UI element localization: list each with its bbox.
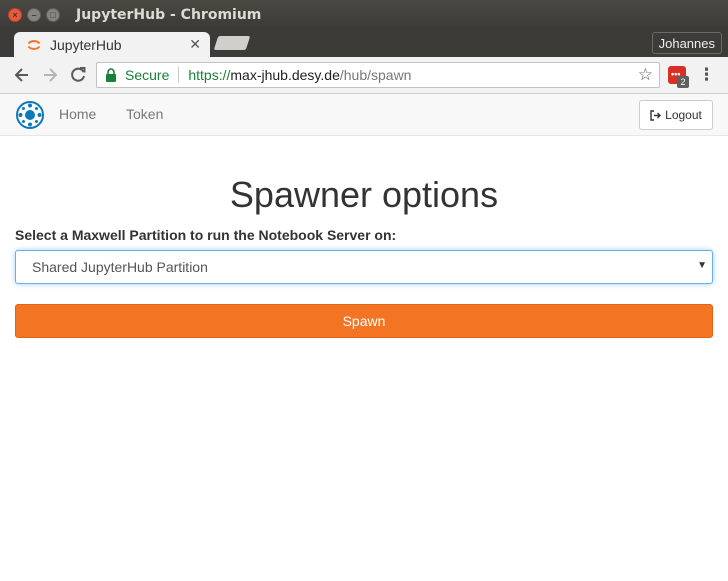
lock-icon [106,68,116,82]
tab-jupyterhub[interactable]: JupyterHub ✕ [14,32,210,57]
minimize-icon[interactable]: – [27,8,41,22]
browser-toolbar: Secure https://max-jhub.desy.de/hub/spaw… [0,57,728,94]
extension-icon[interactable]: ••• 2 [668,66,689,88]
forward-arrow-icon[interactable] [40,65,60,85]
partition-select-value: Shared JupyterHub Partition [32,259,208,275]
window-titlebar: × – □ JupyterHub - Chromium [0,0,728,30]
reload-icon[interactable] [68,65,88,85]
page-title: Spawner options [229,174,499,215]
close-icon[interactable]: × [8,8,22,22]
address-bar[interactable]: Secure https://max-jhub.desy.de/hub/spaw… [96,62,660,88]
secure-label: Secure [125,67,170,83]
url-host: max-jhub.desy.de [230,67,340,83]
new-tab-button[interactable] [213,36,251,50]
url-scheme: https:// [188,67,231,83]
maximize-icon[interactable]: □ [46,8,60,22]
partition-select[interactable]: Shared JupyterHub Partition ▼ [15,250,713,284]
tab-strip: JupyterHub ✕ Johannes [0,30,728,57]
jupyter-logo-icon [27,39,41,50]
logout-icon [650,109,662,121]
divider [178,67,180,83]
spawn-button-label: Spawn [342,313,386,329]
logout-button[interactable]: Logout [639,100,713,130]
bookmark-star-icon[interactable]: ☆ [638,66,653,84]
chevron-down-icon: ▼ [697,260,707,271]
extension-badge: 2 [677,76,689,88]
spawn-button[interactable]: Spawn [15,304,713,338]
desy-logo-icon[interactable] [15,100,45,130]
back-arrow-icon[interactable] [12,65,32,85]
nav-link-token[interactable]: Token [126,106,163,122]
url-path: /hub/spawn [339,67,412,83]
tab-title: JupyterHub [50,36,122,53]
profile-name: Johannes [658,35,715,51]
partition-select-label: Select a Maxwell Partition to run the No… [15,227,397,243]
window-title: JupyterHub - Chromium [76,7,262,23]
close-icon[interactable]: ✕ [189,36,201,53]
logout-label: Logout [665,108,702,122]
nav-link-home[interactable]: Home [59,106,96,122]
profile-button[interactable]: Johannes [651,32,722,54]
hub-navbar: Home Token Logout [0,94,728,136]
menu-icon[interactable]: ⋮ [698,65,715,85]
